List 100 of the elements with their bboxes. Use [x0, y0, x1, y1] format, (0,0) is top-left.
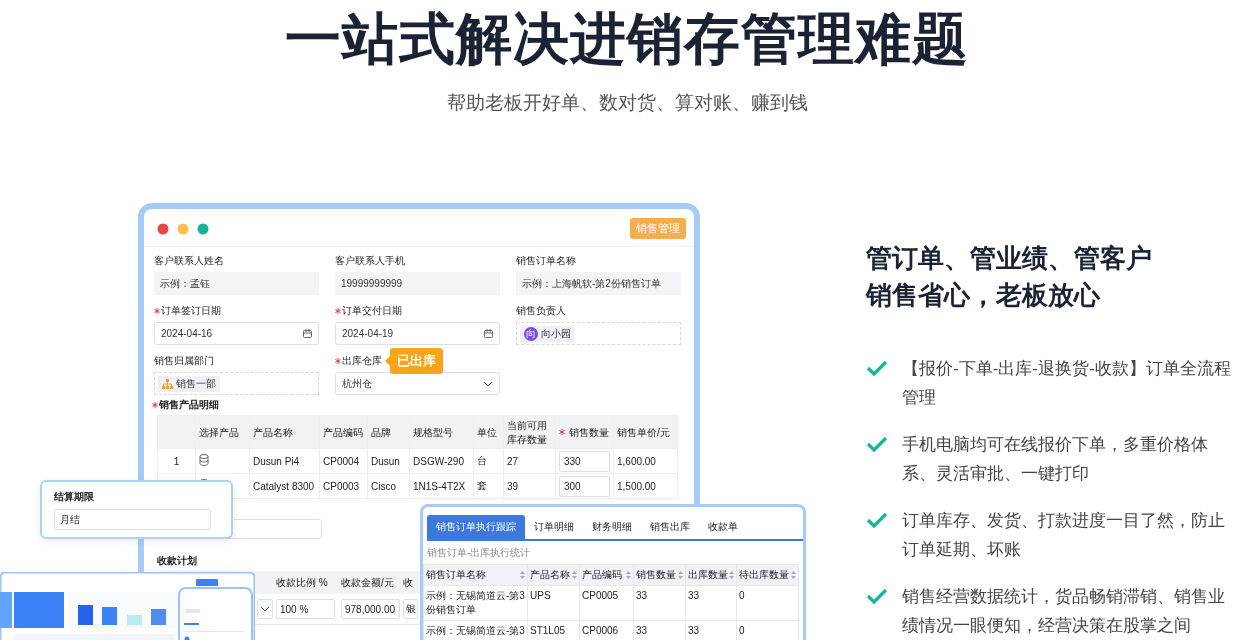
- check-icon: [866, 512, 888, 528]
- row-number: 1: [173, 455, 180, 467]
- required-icon: [559, 429, 565, 436]
- module-badge: 销售管理: [630, 218, 686, 239]
- user-avatar: 向: [524, 326, 538, 341]
- text-field[interactable]: 19999999999: [335, 272, 500, 295]
- feature-text: 【报价-下单-出库-退换货-收款】订单全流程管理: [902, 358, 1232, 409]
- tooltip-arrow-icon: [385, 356, 390, 366]
- required-icon: [152, 402, 158, 408]
- field-label: 结算期限: [54, 490, 95, 504]
- chevron-down-icon: [483, 380, 493, 387]
- hero-title: 一站式解决进销存管理难题: [284, 6, 970, 72]
- table-cell: 示例：无锡简道云-第3份销售订单: [423, 585, 528, 621]
- field-label: 订单签订日期: [161, 304, 221, 318]
- table-cell: ST1L05: [527, 620, 580, 640]
- table-cell: 33: [685, 585, 737, 621]
- sort-icon[interactable]: [791, 571, 796, 579]
- table-cell: 示例：无锡简道云-第3: [423, 620, 528, 640]
- sort-icon[interactable]: [572, 571, 577, 579]
- feature-heading: 管订单、管业绩、管客户: [866, 242, 1153, 275]
- database-icon[interactable]: [199, 454, 210, 466]
- required-icon: [154, 308, 160, 314]
- column-header: 产品名称: [253, 426, 293, 438]
- table-cell: 33: [633, 620, 686, 640]
- column-header: 销售数量: [636, 568, 676, 582]
- table-cell: 1N1S-4T2X: [409, 473, 474, 499]
- person-field[interactable]: 向 向小园: [516, 322, 681, 345]
- column-header: 产品编码: [582, 568, 622, 582]
- field-label: 客户联系人手机: [335, 254, 405, 268]
- settlement-field[interactable]: 月结: [54, 509, 211, 530]
- text-field[interactable]: 示例：孟钰: [154, 272, 319, 295]
- table-cell: 套: [473, 473, 504, 499]
- table-cell: CP0004: [319, 448, 368, 474]
- date-field[interactable]: 2024-04-16: [154, 322, 319, 345]
- column-header: 待出库数量: [739, 568, 789, 582]
- quantity-field[interactable]: 330: [559, 450, 610, 472]
- org-chart-icon: [162, 378, 173, 389]
- calendar-icon: [484, 329, 493, 338]
- column-header: 销售数量: [568, 426, 609, 438]
- tab[interactable]: 订单明细: [525, 515, 583, 539]
- table-cell: 1,600.00: [613, 448, 678, 474]
- column-header: 产品编码: [323, 426, 363, 438]
- feature-text: 订单库存、发货、打款进度一目了然，防止订单延期、坏账: [902, 510, 1226, 561]
- field-label: 出库仓库: [342, 354, 382, 368]
- table-cell: Cisco: [367, 473, 410, 499]
- column-header: 销售单价/元: [617, 426, 670, 438]
- table-cell: 33: [685, 620, 737, 640]
- column-header: 规格型号: [413, 426, 453, 438]
- column-header: 产品名称: [530, 568, 570, 582]
- ratio-field[interactable]: 100 %: [276, 599, 335, 619]
- field-label: 销售归属部门: [154, 354, 214, 368]
- column-header: 收款金额/元: [340, 575, 395, 590]
- text-field[interactable]: 示例：上海帆软-第2份销售订单: [516, 272, 681, 295]
- table-cell: 1,500.00: [613, 473, 678, 499]
- table-caption: 销售订单-出库执行统计: [427, 546, 532, 560]
- table-cell: UPS: [527, 585, 580, 621]
- quantity-field[interactable]: 300: [559, 475, 610, 497]
- table-cell: 台: [473, 448, 504, 474]
- amount-field[interactable]: 978,000.00: [341, 599, 400, 619]
- method-field[interactable]: 银: [403, 599, 418, 619]
- table-cell: Dusun: [367, 448, 410, 474]
- tab[interactable]: 销售出库: [641, 515, 699, 539]
- column-header: 出库数量: [688, 568, 728, 582]
- check-icon: [866, 436, 888, 452]
- required-icon: [335, 308, 341, 314]
- field-label: 客户联系人姓名: [154, 254, 224, 268]
- table-cell: Dusun Pi4: [249, 448, 320, 474]
- sort-icon[interactable]: [729, 571, 734, 579]
- field-label: 销售订单名称: [516, 254, 576, 268]
- date-field[interactable]: 2024-04-19: [335, 322, 500, 345]
- tab[interactable]: 销售订单执行跟踪: [427, 515, 525, 539]
- status-tooltip: 已出库: [385, 348, 443, 374]
- column-header: 销售订单名称: [426, 568, 486, 582]
- field-label: 销售负责人: [516, 304, 566, 318]
- feature-text: 销售经营数据统计，货品畅销滞销、销售业绩情况一眼便知，经营决策在股掌之间: [902, 586, 1226, 637]
- tab[interactable]: 收款单: [699, 515, 747, 539]
- column-header: 收款比例 %: [275, 575, 329, 590]
- table-cell: 39: [503, 473, 556, 499]
- check-icon: [866, 588, 888, 604]
- required-icon: [335, 358, 341, 364]
- hero-subtitle: 帮助老板开好单、数对货、算对账、赚到钱: [445, 91, 809, 115]
- sort-icon[interactable]: [678, 571, 683, 579]
- sort-icon[interactable]: [626, 571, 631, 579]
- sort-icon[interactable]: [520, 571, 525, 579]
- department-name: 销售一部: [176, 376, 216, 391]
- table-cell: CP0006: [579, 620, 634, 640]
- tab[interactable]: 财务明细: [583, 515, 641, 539]
- column-header: 收: [403, 575, 414, 590]
- payment-type-select[interactable]: [257, 599, 273, 619]
- table-cell: CP0005: [579, 585, 634, 621]
- department-field[interactable]: 销售一部: [154, 372, 319, 395]
- table-cell: 0: [736, 585, 799, 621]
- chevron-down-icon: [260, 606, 270, 612]
- feature-heading: 销售省心，老板放心: [866, 279, 1102, 312]
- check-icon: [866, 360, 888, 376]
- window-controls-icon[interactable]: [157, 222, 209, 235]
- table-cell: CP0003: [319, 473, 368, 499]
- table-cell: Catalyst 8300: [249, 473, 320, 499]
- column-header: 选择产品: [199, 426, 239, 438]
- section-title: 收款计划: [157, 555, 198, 567]
